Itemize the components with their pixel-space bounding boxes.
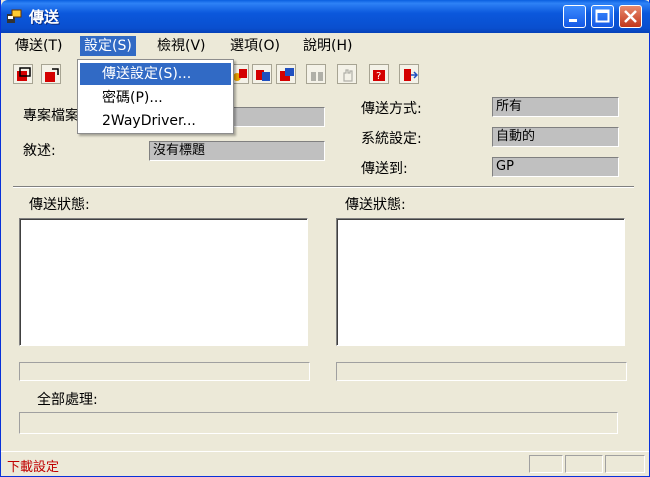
description-field: 沒有標題 — [149, 141, 325, 161]
menu-item-transfer-settings[interactable]: 傳送設定(S)... — [80, 63, 231, 85]
description-label: 敘述: — [23, 143, 56, 159]
tool-compare-button[interactable] — [252, 64, 272, 84]
verify-icon — [280, 68, 294, 81]
app-icon — [7, 9, 22, 23]
right-status-list[interactable] — [336, 218, 625, 346]
tool-exit-button[interactable] — [399, 64, 419, 84]
menu-item-password[interactable]: 密碼(P)... — [80, 87, 231, 109]
menu-bar: 傳送(T) 設定(S) 檢視(V) 選項(O) 說明(H) — [1, 33, 649, 59]
menu-settings[interactable]: 設定(S) — [80, 36, 136, 56]
status-pane-2 — [565, 455, 603, 473]
menu-transfer[interactable]: 傳送(T) — [11, 36, 66, 56]
tool-download-button[interactable] — [41, 64, 61, 84]
tool-disabled-button[interactable] — [306, 64, 326, 84]
maximize-icon — [595, 9, 610, 23]
system-setting-label: 系統設定: — [361, 131, 422, 147]
settings-dropdown-menu: 傳送設定(S)... 密碼(P)... 2WayDriver... — [77, 59, 234, 134]
upload-icon — [17, 67, 31, 81]
section-divider — [13, 186, 634, 188]
status-pane-3 — [605, 455, 645, 473]
overall-progress-bar — [19, 412, 618, 434]
system-setting-field: 自動的 — [492, 127, 619, 147]
left-status-list[interactable] — [19, 218, 308, 346]
exit-icon — [404, 69, 418, 81]
overall-label: 全部處理: — [37, 392, 98, 408]
minimize-icon — [569, 19, 577, 22]
gear-transfer-icon — [233, 69, 247, 81]
project-file-label: 專案檔案 — [23, 108, 79, 124]
menu-item-2waydriver[interactable]: 2WayDriver... — [80, 110, 231, 132]
right-progress-bar — [336, 362, 627, 381]
transfer-to-field: GP — [492, 157, 619, 177]
menu-options[interactable]: 選項(O) — [226, 36, 284, 56]
minimize-button[interactable] — [563, 5, 586, 28]
close-button[interactable] — [619, 5, 642, 28]
download-icon — [45, 68, 59, 82]
transfer-mode-label: 傳送方式: — [361, 101, 422, 117]
left-status-label: 傳送狀態: — [29, 197, 90, 213]
compare-icon — [256, 70, 270, 81]
help-icon: ? — [373, 70, 385, 82]
window-title: 傳送 — [29, 8, 60, 26]
hand-icon — [343, 69, 353, 82]
menu-view[interactable]: 檢視(V) — [153, 36, 210, 56]
transfer-mode-field: 所有 — [492, 97, 619, 117]
status-text: 下載設定 — [7, 460, 60, 475]
tool-verify-button[interactable] — [276, 64, 296, 84]
status-bar: 下載設定 — [1, 451, 649, 476]
svg-text:?: ? — [376, 71, 381, 82]
tool-upload-button[interactable] — [13, 64, 33, 84]
left-progress-bar — [19, 362, 310, 381]
tool-stop-button[interactable] — [337, 64, 357, 84]
binoculars-icon — [311, 72, 323, 81]
maximize-button[interactable] — [591, 5, 614, 28]
title-bar[interactable]: 傳送 — [1, 0, 650, 33]
right-status-label: 傳送狀態: — [345, 197, 406, 213]
menu-help[interactable]: 說明(H) — [299, 36, 356, 56]
status-pane-1 — [529, 455, 563, 473]
transfer-to-label: 傳送到: — [361, 161, 408, 177]
app-window: 傳送 傳送(T) 設定(S) 檢視(V) 選項(O) 說明(H) ? 專案檔案 … — [0, 0, 650, 477]
tool-help-button[interactable]: ? — [369, 64, 389, 84]
close-icon — [624, 10, 637, 23]
